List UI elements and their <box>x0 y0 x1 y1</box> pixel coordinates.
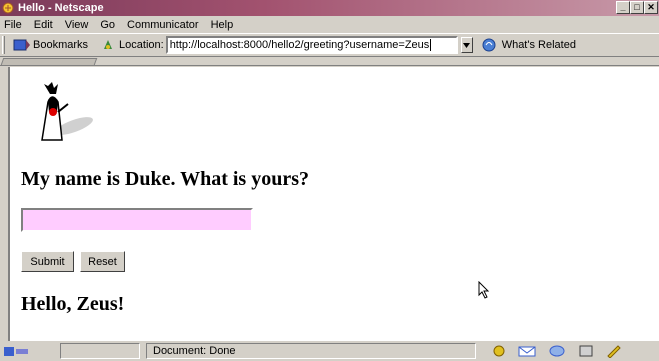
whats-related-label: What's Related <box>501 39 576 51</box>
pen-icon[interactable] <box>606 344 622 358</box>
bookmarks-label: Bookmarks <box>33 39 89 51</box>
personal-toolbar-strip <box>0 57 659 66</box>
text-caret <box>430 39 432 51</box>
discussion-icon[interactable] <box>548 344 566 358</box>
whats-related-button[interactable]: What's Related <box>481 37 576 53</box>
menu-communicator[interactable]: Communicator <box>127 19 199 31</box>
security-lock-icon[interactable] <box>2 344 30 358</box>
menu-edit[interactable]: Edit <box>34 19 53 31</box>
browser-window: Hello - Netscape _ □ ✕ File Edit View Go… <box>0 0 659 361</box>
composer-icon[interactable] <box>578 344 594 358</box>
maximize-button[interactable]: □ <box>630 1 644 14</box>
submit-button[interactable]: Submit <box>21 251 74 272</box>
menu-go[interactable]: Go <box>100 19 115 31</box>
chevron-down-icon <box>463 42 471 48</box>
toolbar-grip[interactable] <box>2 36 5 54</box>
url-dropdown-button[interactable] <box>460 37 473 53</box>
title-bar: Hello - Netscape _ □ ✕ <box>0 0 659 16</box>
page-content: My name is Duke. What is yours? Submit R… <box>8 67 659 341</box>
navigator-icon[interactable] <box>492 344 506 358</box>
url-input[interactable]: http://localhost:8000/hello2/greeting?us… <box>165 36 458 54</box>
collapsed-toolbar-tab[interactable] <box>0 58 98 65</box>
location-label: Location: <box>119 39 164 51</box>
window-title: Hello - Netscape <box>18 2 104 14</box>
status-text: Document: Done <box>146 343 476 359</box>
status-bar: Document: Done <box>0 341 659 361</box>
component-tray <box>492 344 622 358</box>
mail-icon[interactable] <box>518 344 536 358</box>
reset-button[interactable]: Reset <box>80 251 125 272</box>
whats-related-icon <box>482 38 496 52</box>
greeting-heading: Hello, Zeus! <box>21 293 125 315</box>
bookmarks-button[interactable]: Bookmarks <box>11 37 88 53</box>
minimize-button[interactable]: _ <box>616 1 630 14</box>
mouse-pointer-icon <box>478 281 490 299</box>
location-toolbar: Bookmarks Location: http://localhost:800… <box>0 33 659 57</box>
bookmarks-icon <box>13 39 30 51</box>
location-icon[interactable] <box>100 37 116 53</box>
menu-file[interactable]: File <box>4 19 22 31</box>
status-icons <box>2 343 60 359</box>
url-text: http://localhost:8000/hello2/greeting?us… <box>169 39 430 51</box>
location-label-group: Location: <box>100 37 164 53</box>
netscape-app-icon <box>2 2 14 14</box>
name-input[interactable] <box>21 208 253 232</box>
menu-help[interactable]: Help <box>211 19 234 31</box>
window-controls: _ □ ✕ <box>616 1 658 14</box>
menu-view[interactable]: View <box>65 19 89 31</box>
progress-bar <box>60 343 140 359</box>
page-question: My name is Duke. What is yours? <box>21 168 309 190</box>
duke-mascot-icon <box>41 82 93 141</box>
menu-bar: File Edit View Go Communicator Help <box>0 16 659 33</box>
close-button[interactable]: ✕ <box>644 1 658 14</box>
